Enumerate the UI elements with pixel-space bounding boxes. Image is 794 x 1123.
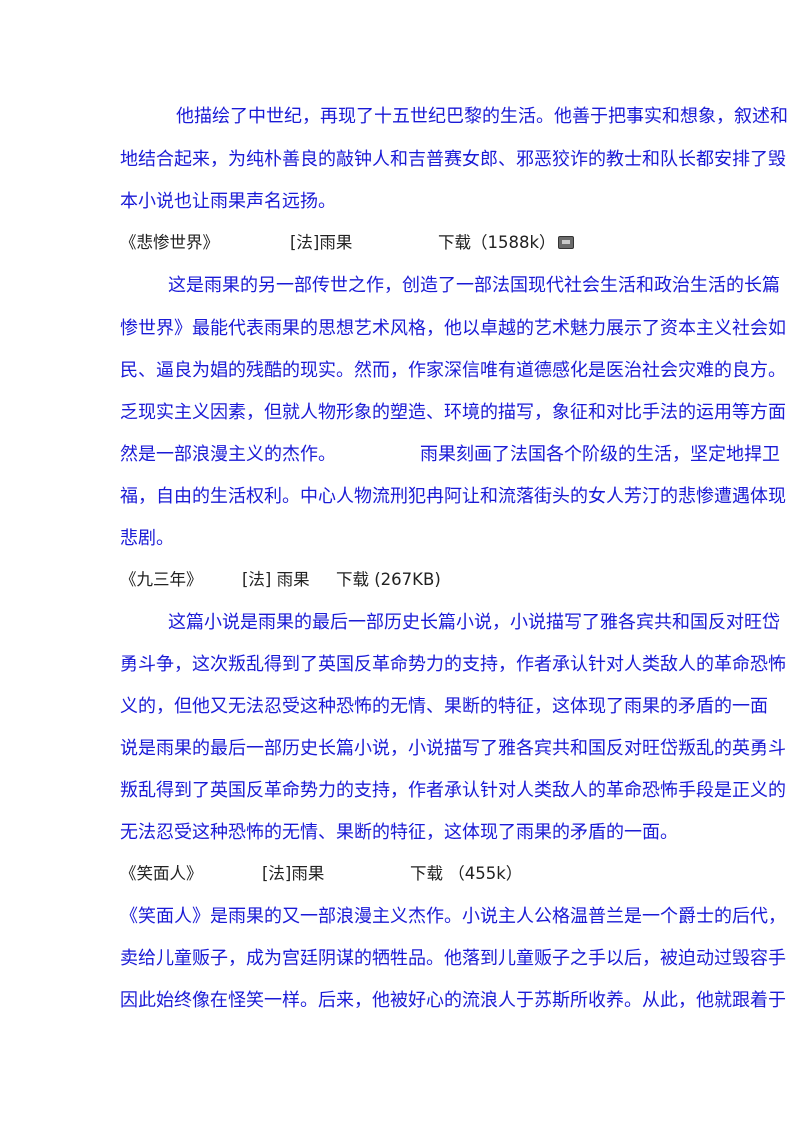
download-link[interactable]: 下载（1588k）: [438, 231, 556, 255]
download-link[interactable]: 下载 （455k）: [410, 862, 522, 886]
body-line: 《笑面人》是雨果的又一部浪漫主义杰作。小说主人公格温普兰是一个爵士的后代，: [120, 906, 786, 927]
body-line: 叛乱得到了英国反革命势力的支持，作者承认针对人类敌人的革命恐怖手段是正义的: [120, 780, 786, 801]
intro-line-2: 地结合起来，为纯朴善良的敲钟人和吉普赛女郎、邪恶狡诈的教士和队长都安排了毁: [120, 149, 786, 170]
body-line: 雨果刻画了法国各个阶级的生活，坚定地捍卫: [420, 444, 780, 465]
body-line: 悲剧。: [120, 528, 174, 549]
book-title: 《九三年》: [120, 570, 203, 589]
book-author: [法]雨果: [262, 864, 325, 883]
book-author: [法] 雨果: [242, 570, 310, 589]
download-link[interactable]: 下载 (267KB): [336, 568, 441, 592]
body-line: 这篇小说是雨果的最后一部历史长篇小说，小说描写了雅各宾共和国反对旺岱: [168, 612, 780, 633]
body-line: 卖给儿童贩子，成为宫廷阴谋的牺牲品。他落到儿童贩子之手以后，被迫动过毁容手: [120, 948, 786, 969]
intro-line-1: 他描绘了中世纪，再现了十五世纪巴黎的生活。他善于把事实和想象，叙述和: [176, 106, 788, 127]
book-author: [法]雨果: [290, 233, 353, 252]
body-line: 义的，但他又无法忍受这种恐怖的无情、果断的特征，这体现了雨果的矛盾的一面: [120, 696, 768, 717]
book-title: 《悲惨世界》: [120, 233, 219, 252]
document-page: 他描绘了中世纪，再现了十五世纪巴黎的生活。他善于把事实和想象，叙述和 地结合起来…: [0, 0, 794, 1123]
body-line: 因此始终像在怪笑一样。后来，他被好心的流浪人于苏斯所收养。从此，他就跟着于: [120, 990, 786, 1011]
download-icon[interactable]: [558, 236, 574, 249]
body-line: 说是雨果的最后一部历史长篇小说，小说描写了雅各宾共和国反对旺岱叛乱的英勇斗: [120, 738, 786, 759]
body-line: 然是一部浪漫主义的杰作。: [120, 444, 336, 465]
body-line: 勇斗争，这次叛乱得到了英国反革命势力的支持，作者承认针对人类敌人的革命恐怖: [120, 654, 786, 675]
intro-line-3: 本小说也让雨果声名远扬。: [120, 191, 336, 212]
body-line: 乏现实主义因素，但就人物形象的塑造、环境的描写，象征和对比手法的运用等方面: [120, 402, 786, 423]
body-line: 惨世界》最能代表雨果的思想艺术风格，他以卓越的艺术魅力展示了资本主义社会如: [120, 318, 786, 339]
body-line: 这是雨果的另一部传世之作，创造了一部法国现代社会生活和政治生活的长篇: [168, 275, 780, 296]
body-line: 民、逼良为娼的残酷的现实。然而，作家深信唯有道德感化是医治社会灾难的良方。: [120, 360, 786, 381]
book-title: 《笑面人》: [120, 864, 203, 883]
body-line: 无法忍受这种恐怖的无情、果断的特征，这体现了雨果的矛盾的一面。: [120, 822, 678, 843]
body-line: 福，自由的生活权利。中心人物流刑犯冉阿让和流落街头的女人芳汀的悲惨遭遇体现: [120, 486, 786, 507]
